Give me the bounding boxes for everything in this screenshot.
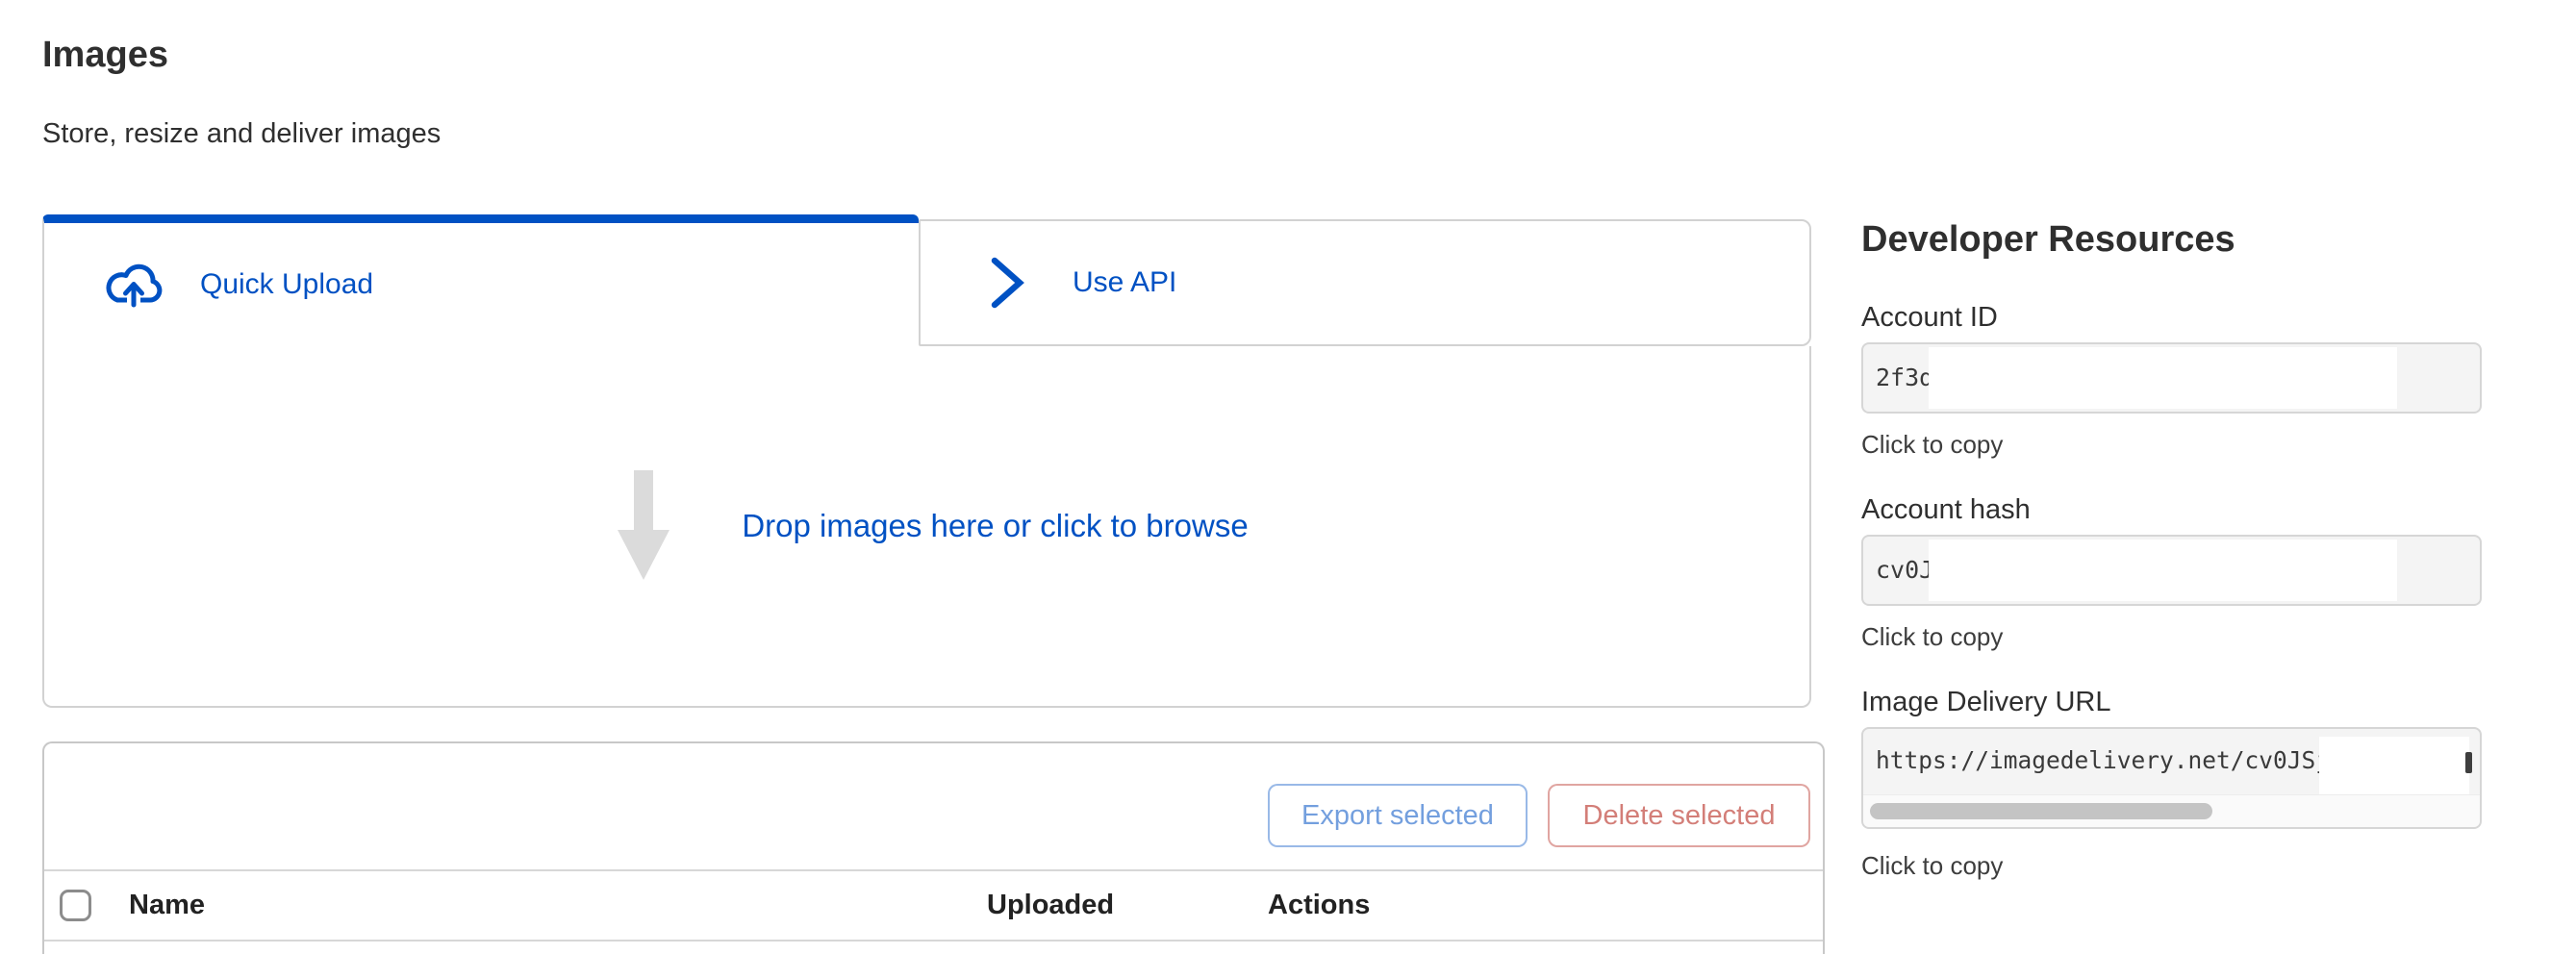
horizontal-scrollbar-thumb[interactable] <box>1870 803 2212 819</box>
tab-use-api[interactable]: Use API <box>919 219 1811 346</box>
column-header-actions: Actions <box>1268 871 1370 940</box>
select-all-checkbox[interactable] <box>60 890 91 921</box>
header-divider <box>44 940 1823 941</box>
chevron-right-icon <box>988 256 1026 310</box>
arrow-down-icon <box>605 470 682 582</box>
account-id-copy-hint: Click to copy <box>1861 429 2003 460</box>
redaction-overlay <box>1929 347 2397 409</box>
export-selected-button[interactable]: Export selected <box>1268 784 1528 847</box>
account-id-label: Account ID <box>1861 300 1998 335</box>
image-delivery-url-value: https://imagedelivery.net/cv0JSj <box>1876 729 2330 792</box>
tab-quick-upload[interactable]: Quick Upload <box>42 214 919 346</box>
image-delivery-url-copy-hint: Click to copy <box>1861 850 2003 881</box>
page-subtitle: Store, resize and deliver images <box>42 115 441 152</box>
cloud-upload-icon <box>104 262 165 308</box>
image-delivery-url-field[interactable]: https://imagedelivery.net/cv0JSj <box>1861 727 2482 829</box>
redaction-overlay <box>2319 737 2469 796</box>
account-id-value: 2f3d <box>1876 344 1933 412</box>
tab-use-api-label: Use API <box>1073 266 1176 299</box>
developer-resources-title: Developer Resources <box>1861 217 2235 262</box>
column-header-uploaded: Uploaded <box>987 871 1114 940</box>
horizontal-scrollbar-track[interactable] <box>1863 794 2480 827</box>
dropzone-label: Drop images here or click to browse <box>742 508 1248 544</box>
table-header-row: Name Uploaded Actions <box>44 871 1823 940</box>
column-header-name: Name <box>129 871 205 940</box>
delete-selected-button[interactable]: Delete selected <box>1548 784 1810 847</box>
images-table-card: Export selected Delete selected Name Upl… <box>42 741 1825 954</box>
account-hash-label: Account hash <box>1861 492 2031 527</box>
redaction-overlay <box>1929 540 2397 601</box>
upload-tabs-container: Quick Upload Use API Drop images here or… <box>42 214 1811 708</box>
redacted-value-fragment <box>2465 752 2472 773</box>
account-id-field[interactable]: 2f3d <box>1861 342 2482 414</box>
image-dropzone[interactable]: Drop images here or click to browse <box>42 346 1811 708</box>
account-hash-field[interactable]: cv0J <box>1861 535 2482 606</box>
account-hash-value: cv0J <box>1876 537 1933 604</box>
account-hash-copy-hint: Click to copy <box>1861 621 2003 652</box>
tab-quick-upload-label: Quick Upload <box>200 268 373 301</box>
image-delivery-url-label: Image Delivery URL <box>1861 685 2110 719</box>
page-title: Images <box>42 33 168 77</box>
